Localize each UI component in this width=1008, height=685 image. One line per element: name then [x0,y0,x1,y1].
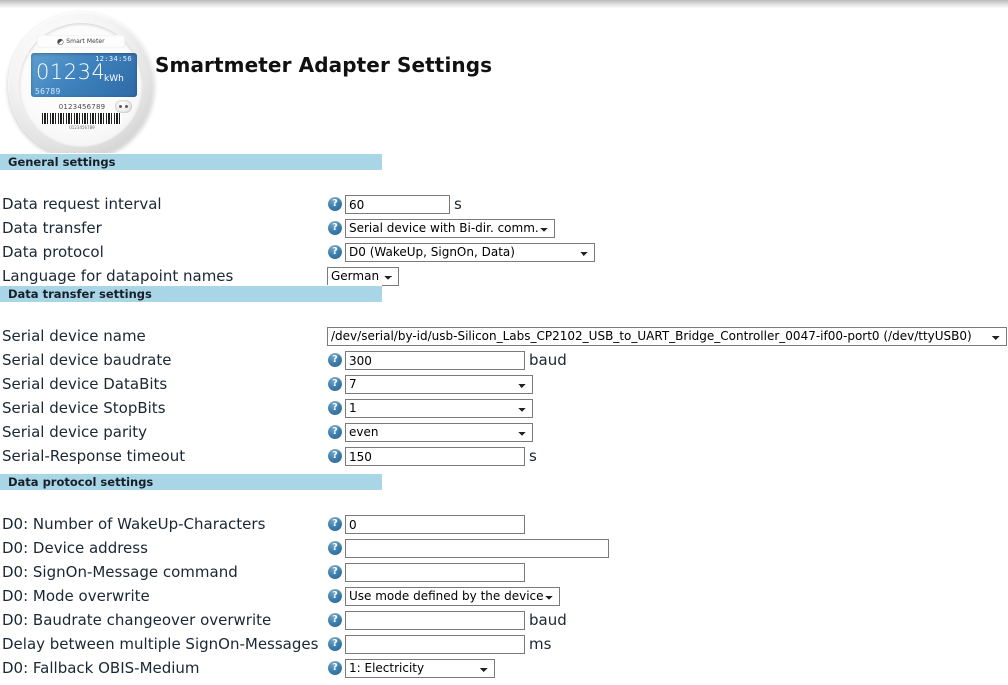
settings-row: Data request interval? s [0,192,1008,216]
text-input[interactable] [345,351,525,370]
settings-row: Data protocol? D0 (WakeUp, SignOn, Data) [0,240,1008,264]
meter-subreading: 56789 [35,87,61,96]
meter-reading-unit: kWh [104,74,124,84]
select-field[interactable]: 7 [345,375,533,394]
row-label: Serial-Response timeout [2,447,186,465]
row-label: Delay between multiple SignOn-Messages [2,635,319,653]
meter-barcode-caption: 0123456789 [69,125,95,130]
unit-label: ms [529,635,552,653]
settings-row: Delay between multiple SignOn-Messages? m… [0,632,1008,656]
meter-reading: 01234 [36,60,106,84]
text-input[interactable] [345,195,450,214]
settings-row: Data transfer? Serial device with Bi-dir.… [0,216,1008,240]
text-input[interactable] [345,515,525,534]
help-icon[interactable]: ? [328,637,342,651]
row-label: D0: Number of WakeUp-Characters [2,515,266,533]
signal-icon: ◓ [54,35,67,47]
select-field[interactable]: even [345,423,533,442]
settings-row: Serial device StopBits? 1 [0,396,1008,420]
text-input[interactable] [345,563,525,582]
help-icon[interactable]: ? [328,197,342,211]
select-field[interactable]: 1 [345,399,533,418]
row-label: D0: SignOn-Message command [2,563,238,581]
settings-row: Serial device name/dev/serial/by-id/usb-… [0,324,1008,348]
help-icon[interactable]: ? [328,589,342,603]
text-input[interactable] [345,539,609,558]
help-icon[interactable]: ? [328,221,342,235]
settings-row: D0: SignOn-Message command? [0,560,1008,584]
help-icon[interactable]: ? [328,245,342,259]
help-icon[interactable]: ? [328,613,342,627]
row-label: D0: Fallback OBIS-Medium [2,659,200,677]
row-label: Serial device parity [2,423,148,441]
settings-row: D0: Device address? [0,536,1008,560]
meter-led-indicators [115,100,132,113]
meter-brand-plate: ◓ Smart Meter [37,35,125,48]
row-label: Serial device baudrate [2,351,172,369]
unit-label: s [454,195,462,213]
help-icon[interactable]: ? [328,449,342,463]
smart-meter-illustration: ◓ Smart Meter 12:34:56 01234 kWh 56789 0… [8,12,154,158]
row-label: Serial device StopBits [2,399,166,417]
meter-brand-label: Smart Meter [66,38,105,45]
help-icon[interactable]: ? [328,401,342,415]
meter-serial-number: 0123456789 [58,103,106,111]
unit-label: baud [529,351,567,369]
help-icon[interactable]: ? [328,377,342,391]
meter-lcd-display: 12:34:56 01234 kWh 56789 [31,53,137,97]
select-field[interactable]: German [327,267,399,286]
settings-row: D0: Mode overwrite? Use mode defined by t… [0,584,1008,608]
select-field[interactable]: /dev/serial/by-id/usb-Silicon_Labs_CP210… [327,327,1007,346]
row-label: Serial device DataBits [2,375,168,393]
help-icon[interactable]: ? [328,565,342,579]
settings-row: D0: Baudrate changeover overwrite? baud [0,608,1008,632]
page-title: Smartmeter Adapter Settings [155,53,493,77]
section-header-data-protocol: Data protocol settings [0,473,382,490]
select-field[interactable]: D0 (WakeUp, SignOn, Data) [345,243,595,262]
settings-row: Serial device baudrate? baud [0,348,1008,372]
select-field[interactable]: Serial device with Bi-dir. comm. [345,219,555,238]
unit-label: s [529,447,537,465]
help-icon[interactable]: ? [328,661,342,675]
section-header-data-transfer: Data transfer settings [0,285,382,302]
help-icon[interactable]: ? [328,425,342,439]
row-label: D0: Mode overwrite [2,587,150,605]
row-label: D0: Device address [2,539,148,557]
text-input[interactable] [345,611,525,630]
help-icon[interactable]: ? [328,541,342,555]
row-label: Data transfer [2,219,102,237]
help-icon[interactable]: ? [328,353,342,367]
text-input[interactable] [345,447,525,466]
settings-row: D0: Number of WakeUp-Characters? [0,512,1008,536]
help-icon[interactable]: ? [328,517,342,531]
text-input[interactable] [345,635,525,654]
row-label: Serial device name [2,327,146,345]
page-header: ◓ Smart Meter 12:34:56 01234 kWh 56789 0… [0,8,1008,158]
settings-row: D0: Fallback OBIS-Medium? 1: Electricity [0,656,1008,680]
section-header-general: General settings [0,153,382,170]
settings-row: Serial device DataBits? 7 [0,372,1008,396]
row-label: Data request interval [2,195,162,213]
meter-barcode [42,113,122,124]
settings-row: Serial device parity? even [0,420,1008,444]
row-label: Data protocol [2,243,104,261]
top-gradient-strip [0,0,1008,8]
select-field[interactable]: Use mode defined by the device [345,587,560,606]
row-label: D0: Baudrate changeover overwrite [2,611,272,629]
unit-label: baud [529,611,567,629]
select-field[interactable]: 1: Electricity [345,659,495,678]
settings-row: Serial-Response timeout? s [0,444,1008,468]
